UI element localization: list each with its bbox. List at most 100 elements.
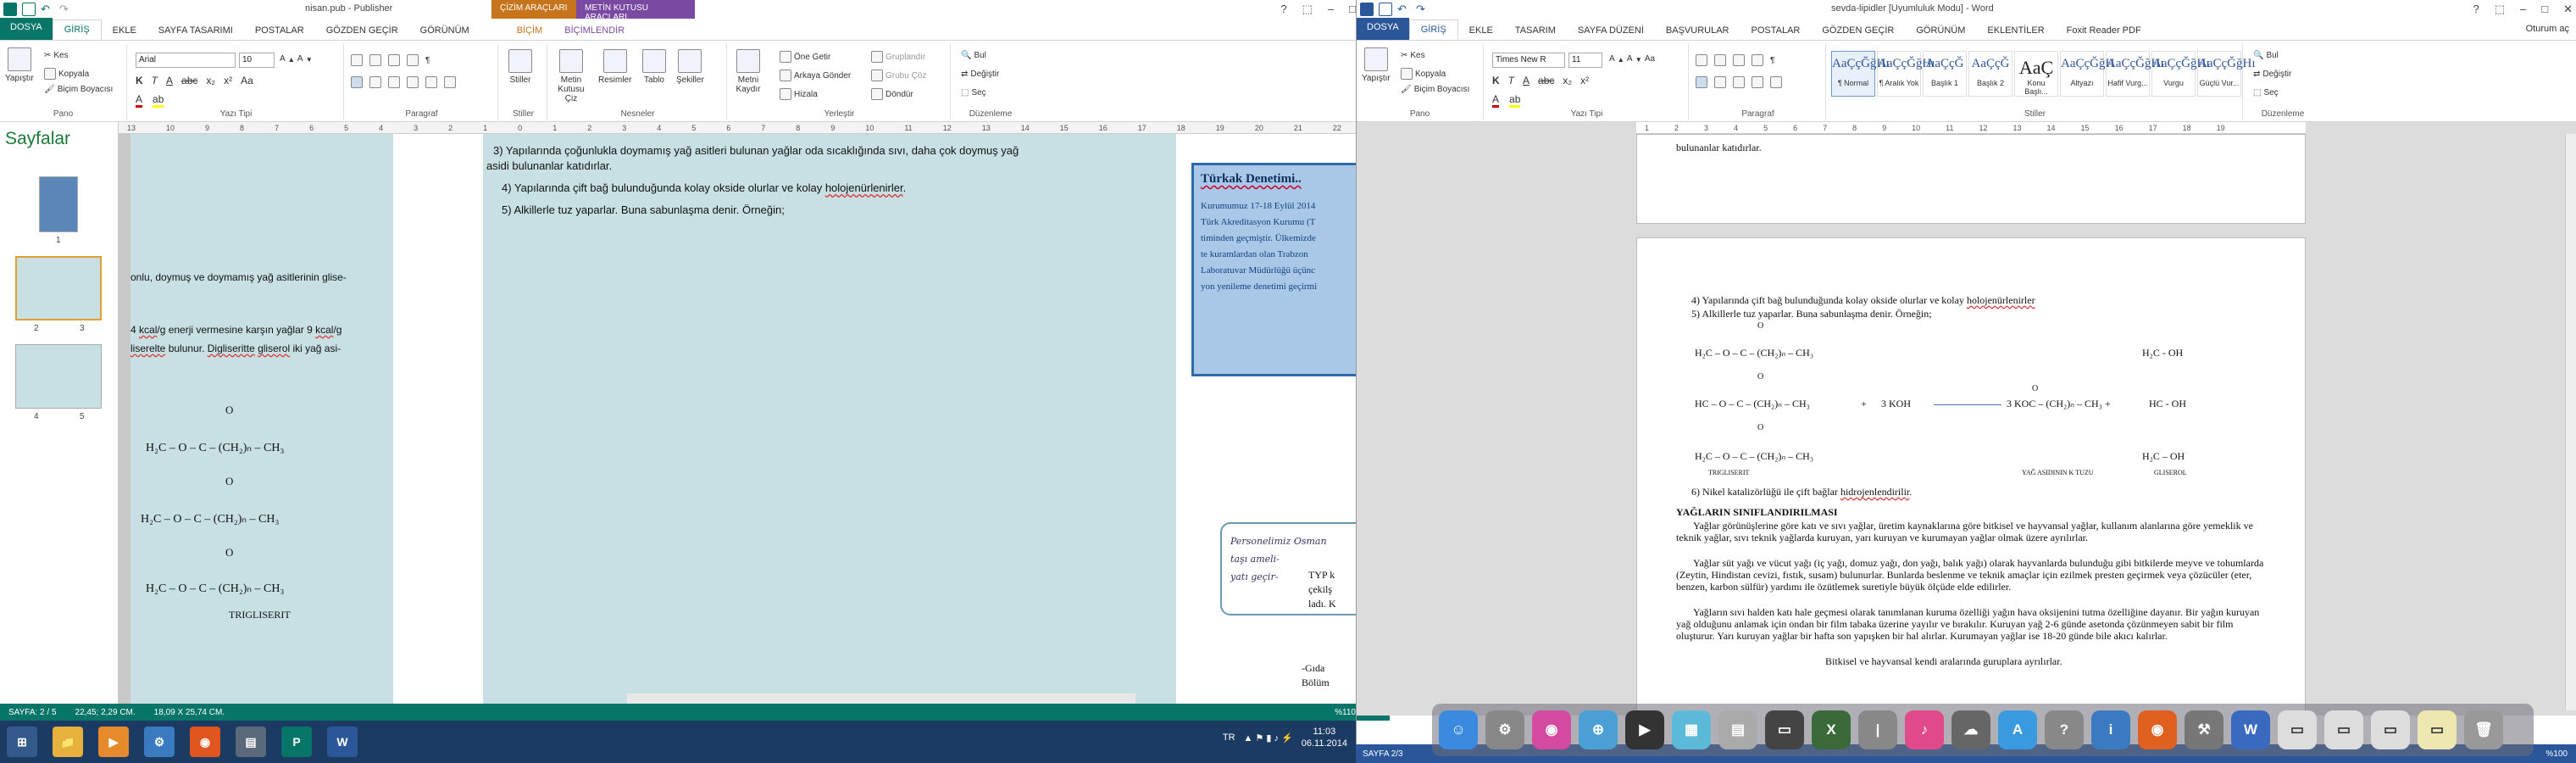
word-cut-button[interactable]: ✂ Kes (1401, 51, 1425, 60)
subscript-button[interactable]: x₂ (206, 75, 215, 86)
word-dock-icon[interactable]: W (2231, 710, 2270, 749)
word-strike-button[interactable]: abc (1538, 75, 1554, 86)
word-grow-font-button[interactable]: A ▲ A ▼ Aa (1609, 54, 1655, 64)
word-ribbon-options-icon[interactable]: ⬚ (2495, 3, 2505, 16)
system-preferences-icon[interactable]: ⚙ (1485, 710, 1524, 749)
trash-icon[interactable]: 🗑 (2464, 710, 2503, 749)
ungroup-button[interactable]: Grubu Çöz (871, 70, 926, 81)
status-zoom[interactable]: %110 (1335, 708, 1356, 717)
minimize-icon[interactable]: – (1328, 3, 1334, 16)
help-icon[interactable]: ? (1280, 3, 1286, 16)
word-save-icon[interactable] (1379, 3, 1392, 16)
group-button[interactable]: Gruplandır (871, 51, 925, 63)
word-tab-addins[interactable]: EKLENTİLER (1976, 21, 2055, 40)
status-page[interactable]: SAYFA: 2 / 5 (8, 708, 57, 717)
word-font-size-combo[interactable]: 11 (1568, 53, 1602, 68)
word-status-zoom[interactable]: %100 (2545, 749, 2568, 759)
document-3-icon[interactable]: ▭ (2371, 710, 2410, 749)
word-tab-mailings[interactable]: POSTALAR (1740, 21, 1812, 40)
wrap-text-button[interactable]: Metni Kaydır (732, 49, 764, 94)
select-button[interactable]: ⬚ Seç (961, 88, 986, 97)
tab-format-textbox[interactable]: BİÇİMLENDİR (553, 21, 636, 40)
language-indicator[interactable]: TR (1223, 732, 1235, 743)
cloud-icon[interactable]: ☁ (1951, 710, 1990, 749)
style-gallery-item[interactable]: AaÇçĞğHı ¶ Aralık Yok (1877, 51, 1935, 97)
word-subscript-button[interactable]: x₂ (1563, 75, 1572, 86)
word-paste-button[interactable]: Yapıştır (1362, 47, 1391, 83)
calculator-icon[interactable]: ▤ (1718, 710, 1757, 749)
word-maximize-icon[interactable]: □ (2541, 3, 2548, 16)
media-player-icon[interactable]: ▶ (98, 727, 129, 757)
word-tab-insert[interactable]: EKLE (1458, 21, 1504, 40)
word-copy-button[interactable]: Kopyala (1401, 68, 1446, 80)
color-wheel-icon[interactable]: ◉ (1532, 710, 1571, 749)
word-select-button[interactable]: ⬚ Seç (2253, 88, 2279, 97)
styles-button[interactable]: Stiller (508, 49, 532, 85)
rotate-button[interactable]: Döndür (871, 88, 913, 100)
undo-icon[interactable]: ↶ (41, 3, 54, 16)
word-bold-button[interactable]: K (1492, 75, 1500, 86)
copy-button[interactable]: Kopyala (44, 68, 89, 80)
line-spacing-icon[interactable] (444, 76, 456, 88)
word-tab-foxit[interactable]: Foxit Reader PDF (2056, 21, 2152, 40)
style-gallery-item[interactable]: AaÇçĞğHı Hafif Vurg... (2106, 51, 2164, 97)
word-taskbar-icon[interactable]: W (327, 727, 358, 757)
style-gallery-item[interactable]: AaÇçĞ Başlık 2 (1968, 51, 2012, 97)
font-color-icon[interactable]: A (136, 93, 143, 108)
numbering-icon[interactable] (369, 54, 381, 66)
decrease-indent-icon[interactable] (388, 54, 400, 66)
word-superscript-button[interactable]: x² (1580, 75, 1589, 86)
style-gallery-item[interactable]: AaÇçĞğH Altyazı (2060, 51, 2114, 97)
increase-indent-icon[interactable] (407, 54, 419, 66)
word-tab-review[interactable]: GÖZDEN GEÇİR (1811, 21, 1905, 40)
italic-button[interactable]: T (152, 75, 158, 86)
tab-view[interactable]: GÖRÜNÜM (409, 21, 480, 40)
word-help-icon[interactable]: ? (2473, 3, 2479, 16)
case-button[interactable]: Aa (241, 75, 253, 86)
preview-icon[interactable]: ▦ (1672, 710, 1711, 749)
strikethrough-button[interactable]: abc (181, 75, 197, 86)
word-tab-view[interactable]: GÖRÜNÜM (1905, 21, 1976, 40)
firefox-dock-icon[interactable]: ◉ (2138, 710, 2177, 749)
paste-button[interactable]: Yapıştır (5, 47, 34, 83)
word-find-button[interactable]: 🔍 Bul (2253, 51, 2279, 60)
find-button[interactable]: 🔍 Bul (961, 51, 986, 60)
tab-review[interactable]: GÖZDEN GEÇİR (315, 21, 409, 40)
align-left-icon[interactable] (351, 76, 363, 88)
pictures-button[interactable]: Resimler (598, 49, 631, 85)
word-sign-in[interactable]: Oturum aç (2526, 24, 2569, 34)
style-gallery-item[interactable]: AaÇ Konu Başlı... (2014, 51, 2058, 97)
word-pilcrow-icon[interactable]: ¶ (1770, 56, 1774, 65)
shapes-button[interactable]: Şekiller (676, 49, 704, 85)
word-tab-home[interactable]: GİRİŞ (1408, 19, 1458, 40)
xcode-icon[interactable]: ⚒ (2185, 710, 2223, 749)
word-font-name-combo[interactable]: Times New R (1492, 53, 1565, 68)
superscript-button[interactable]: x² (224, 75, 232, 86)
word-highlight-icon[interactable]: ab (1509, 93, 1521, 108)
excel-icon[interactable]: X (1812, 710, 1851, 749)
word-multilevel-icon[interactable] (1733, 54, 1745, 66)
word-italic-button[interactable]: T (1508, 75, 1514, 86)
tab-format[interactable]: BİÇİM (506, 21, 554, 40)
replace-button[interactable]: ⇄ Değiştir (961, 70, 999, 79)
tray-icons[interactable]: ▲ ⚑ ▮ ♪ ⚡ (1244, 732, 1293, 744)
maximize-icon[interactable]: □ (1349, 3, 1356, 16)
redo-icon[interactable]: ↷ (59, 3, 73, 16)
ribbon-options-icon[interactable]: ⬚ (1302, 3, 1313, 16)
finder-icon[interactable]: ☺ (1439, 710, 1478, 749)
word-minimize-icon[interactable]: – (2520, 3, 2526, 16)
help-viewer-icon[interactable]: ? (2045, 710, 2084, 749)
word-justify-icon[interactable] (1752, 76, 1763, 88)
clock[interactable]: 11:03 06.11.2014 (1302, 726, 1347, 749)
word-tab-layout[interactable]: SAYFA DÜZENİ (1567, 21, 1655, 40)
bold-button[interactable]: K (136, 75, 143, 86)
word-redo-icon[interactable]: ↷ (1416, 3, 1430, 16)
word-font-color-icon[interactable]: A (1492, 93, 1500, 108)
word-underline-button[interactable]: A (1523, 75, 1530, 86)
publisher-taskbar-icon[interactable]: P (281, 727, 312, 757)
page-thumb-2-3[interactable] (15, 256, 102, 320)
word-line-spacing-icon[interactable] (1770, 76, 1782, 88)
safari-icon[interactable]: ⊕ (1579, 710, 1618, 749)
document-2-icon[interactable]: ▭ (2324, 710, 2363, 749)
info-icon[interactable]: i (2091, 710, 2130, 749)
